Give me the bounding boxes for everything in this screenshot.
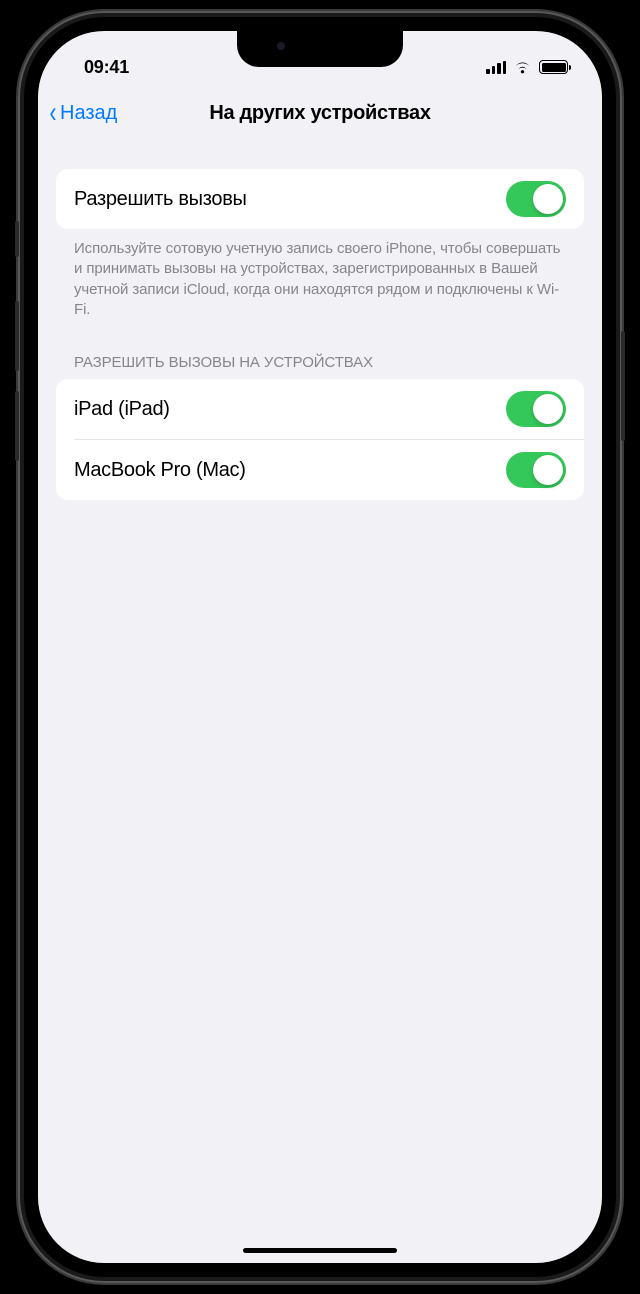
allow-calls-footer: Используйте сотовую учетную запись своег… xyxy=(56,229,584,320)
device-row-macbook[interactable]: MacBook Pro (Mac) xyxy=(74,439,584,500)
allow-calls-group: Разрешить вызовы xyxy=(56,169,584,229)
phone-frame: 09:41 ‹ Назад На других устройствах xyxy=(18,11,622,1283)
status-time: 09:41 xyxy=(84,57,129,78)
back-button-label: Назад xyxy=(60,102,117,125)
device-toggle-ipad[interactable] xyxy=(506,391,566,427)
chevron-left-icon: ‹ xyxy=(50,98,57,128)
allow-calls-label: Разрешить вызовы xyxy=(74,188,247,211)
nav-bar: ‹ Назад На других устройствах xyxy=(38,85,602,141)
allow-calls-cell[interactable]: Разрешить вызовы xyxy=(56,169,584,229)
page-title: На других устройствах xyxy=(38,102,602,125)
volume-up-button xyxy=(15,301,19,371)
device-label: MacBook Pro (Mac) xyxy=(74,459,246,482)
notch xyxy=(237,31,403,67)
battery-icon xyxy=(539,60,568,74)
allow-calls-toggle[interactable] xyxy=(506,181,566,217)
devices-group: iPad (iPad) MacBook Pro (Mac) xyxy=(56,379,584,500)
devices-section-header: РАЗРЕШИТЬ ВЫЗОВЫ НА УСТРОЙСТВАХ xyxy=(56,320,584,379)
device-toggle-macbook[interactable] xyxy=(506,452,566,488)
cellular-signal-icon xyxy=(486,61,506,74)
home-indicator[interactable] xyxy=(243,1248,397,1253)
back-button[interactable]: ‹ Назад xyxy=(48,98,117,128)
device-label: iPad (iPad) xyxy=(74,398,170,421)
volume-down-button xyxy=(15,391,19,461)
wifi-icon xyxy=(513,60,532,74)
power-button xyxy=(621,331,625,441)
screen: 09:41 ‹ Назад На других устройствах xyxy=(38,31,602,1263)
mute-switch xyxy=(15,221,19,257)
device-row-ipad[interactable]: iPad (iPad) xyxy=(56,379,584,439)
